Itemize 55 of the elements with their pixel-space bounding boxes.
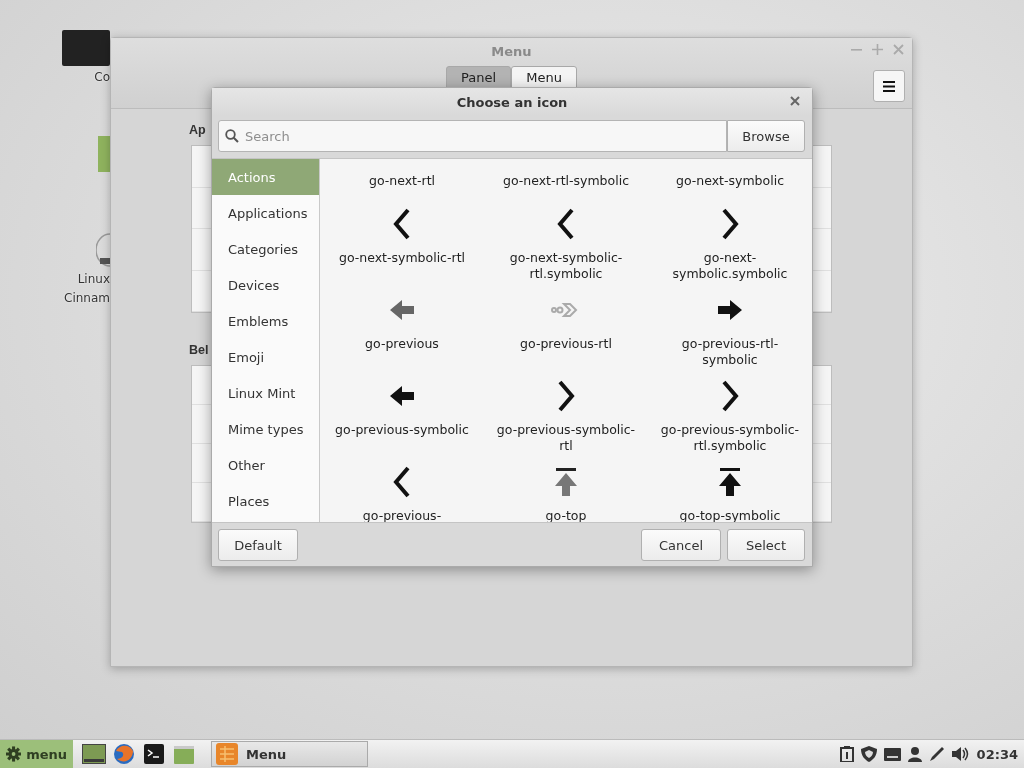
category-item[interactable]: Devices (212, 267, 319, 303)
section-heading: Bel (189, 343, 209, 357)
desktop-icon-label: Cinnam (64, 291, 110, 306)
terminal-icon[interactable] (144, 744, 164, 764)
default-button[interactable]: Default (218, 529, 298, 561)
icon-name[interactable]: go-next-rtl-symbolic (502, 173, 629, 189)
dialog-title: Choose an icon (456, 94, 568, 110)
icon-name[interactable]: go-previous (365, 336, 439, 352)
category-item[interactable]: Places (212, 483, 319, 519)
window-title: Menu (491, 44, 532, 59)
pen-icon[interactable] (928, 746, 945, 762)
clipboard-icon[interactable] (839, 746, 854, 762)
search-icon (225, 129, 239, 143)
icon-name[interactable]: go-previous-symbolic- rtl (496, 422, 636, 454)
browser-icon[interactable] (113, 743, 135, 765)
category-item[interactable]: Linux Mint (212, 375, 319, 411)
clock: 02:34 (976, 746, 1018, 762)
gear-icon (6, 744, 22, 764)
icon-name[interactable]: go-previous-rtl- symbolic (681, 336, 779, 368)
icon-name[interactable]: go-top-symbolic (679, 508, 781, 522)
icon-name[interactable]: go-next-symbolic (676, 173, 784, 189)
menu-button[interactable] (873, 70, 905, 102)
icon-name[interactable]: go-next-rtl (368, 173, 435, 189)
cancel-button[interactable]: Cancel (641, 529, 721, 561)
category-item[interactable]: Mime types (212, 411, 319, 447)
category-item[interactable]: Emoji (212, 339, 319, 375)
window-button[interactable]: Menu (211, 741, 368, 767)
close-button[interactable] (788, 94, 802, 108)
keyboard-icon[interactable] (883, 747, 901, 761)
section-heading: Ap (189, 123, 206, 137)
app-icon (216, 743, 238, 765)
icon-name[interactable]: go-next- symbolic.symbolic (672, 250, 788, 282)
category-item[interactable]: Other (212, 447, 319, 483)
icon-name[interactable]: go-previous-rtl (520, 336, 612, 352)
category-item[interactable]: Applications (212, 195, 319, 231)
category-item[interactable]: Categories (212, 231, 319, 267)
desktop-icon-label: Linux (77, 272, 110, 287)
icon-name[interactable]: go-top (545, 508, 587, 522)
monitor-icon (62, 30, 110, 66)
icon-name[interactable]: go-previous- (362, 508, 442, 522)
icon-name[interactable]: go-next-symbolic-rtl (338, 250, 465, 266)
select-button[interactable]: Select (727, 529, 805, 561)
search-field[interactable]: Search (218, 120, 727, 152)
menu-button[interactable]: menu (0, 740, 73, 768)
icon-name[interactable]: go-previous-symbolic- rtl.symbolic (660, 422, 800, 454)
shield-icon[interactable] (860, 746, 877, 762)
icon-name[interactable]: go-next-symbolic- rtl.symbolic (509, 250, 623, 282)
show-desktop-icon[interactable] (82, 744, 106, 764)
menu-icon (883, 80, 895, 92)
browse-button[interactable]: Browse (727, 120, 805, 152)
category-item[interactable]: Emblems (212, 303, 319, 339)
user-icon[interactable] (907, 746, 922, 762)
volume-icon[interactable] (951, 746, 970, 762)
icon-name[interactable]: go-previous-symbolic (335, 422, 469, 438)
desktop-icon-label: Co (94, 70, 110, 85)
